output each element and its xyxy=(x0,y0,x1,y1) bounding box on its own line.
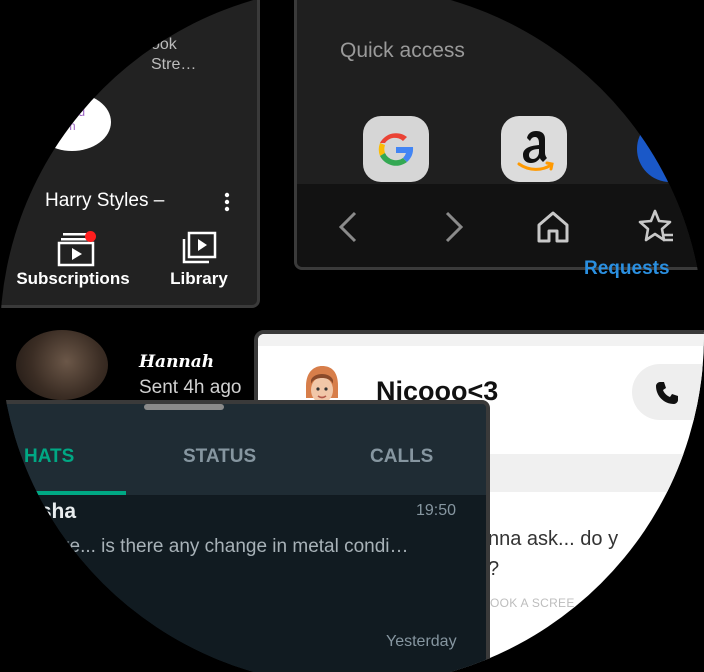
whatsapp-app-card[interactable]: HATS STATUS CALLS isha 19:50 ke... is th… xyxy=(0,400,490,672)
quick-access-label: Quick access xyxy=(340,39,465,62)
facebook-shortcut[interactable] xyxy=(637,116,703,182)
video-channel-text: ook Stre… xyxy=(151,36,197,73)
forward-button[interactable] xyxy=(433,207,473,247)
nav-subscriptions[interactable]: Subscriptions xyxy=(3,223,143,303)
subscriptions-icon xyxy=(57,231,97,267)
phone-icon xyxy=(654,380,680,406)
star-list-icon xyxy=(638,209,673,242)
whatsapp-tabs: HATS STATUS CALLS xyxy=(0,404,486,496)
tab-chats[interactable]: HATS xyxy=(24,446,74,468)
browser-app-card[interactable]: Quick access xyxy=(294,0,704,270)
tab-calls[interactable]: CALLS xyxy=(370,446,433,468)
contact-avatar[interactable] xyxy=(16,330,108,400)
video-title[interactable]: Harry Styles – xyxy=(45,190,205,212)
channel-avatar[interactable]: ead om xyxy=(33,93,111,151)
youtube-app-card[interactable]: ook Stre… ead om Harry Styles – Subscrip… xyxy=(0,0,260,308)
more-options-icon[interactable] xyxy=(219,190,235,220)
contact-name: Hannah xyxy=(139,352,215,372)
home-button[interactable] xyxy=(533,207,573,247)
google-shortcut[interactable] xyxy=(363,116,429,182)
chevron-left-icon xyxy=(338,211,357,243)
sent-status: Sent 4h ago xyxy=(139,377,242,398)
chat-preview: ke... is there any change in metal condi… xyxy=(60,536,409,557)
nav-subscriptions-label: Subscriptions xyxy=(16,269,130,288)
home-icon xyxy=(537,211,569,243)
amazon-icon xyxy=(517,131,554,171)
tab-status[interactable]: STATUS xyxy=(183,446,256,468)
chat-time: 19:50 xyxy=(416,502,457,519)
chat-time: Yesterday xyxy=(386,633,457,650)
chevron-right-icon xyxy=(445,211,464,243)
nav-library[interactable]: Library xyxy=(129,223,257,303)
recents-screen: ook Stre… ead om Harry Styles – Subscrip… xyxy=(0,0,704,672)
active-tab-indicator xyxy=(0,491,126,495)
back-button[interactable] xyxy=(329,207,369,247)
requests-link[interactable]: Requests xyxy=(584,258,670,280)
amazon-shortcut[interactable] xyxy=(501,116,567,182)
screenshot-notice: OOK A SCREE xyxy=(490,596,575,610)
google-icon xyxy=(378,133,414,166)
chat-name[interactable]: isha xyxy=(34,500,76,524)
bookmarks-button[interactable] xyxy=(635,207,675,247)
nav-library-label: Library xyxy=(170,269,228,288)
notification-badge xyxy=(85,231,96,242)
youtube-bottom-nav: Subscriptions Library xyxy=(0,223,257,303)
drag-handle[interactable] xyxy=(144,404,224,410)
library-icon xyxy=(179,231,219,267)
chat-message: nna ask... do y ? xyxy=(488,528,619,580)
